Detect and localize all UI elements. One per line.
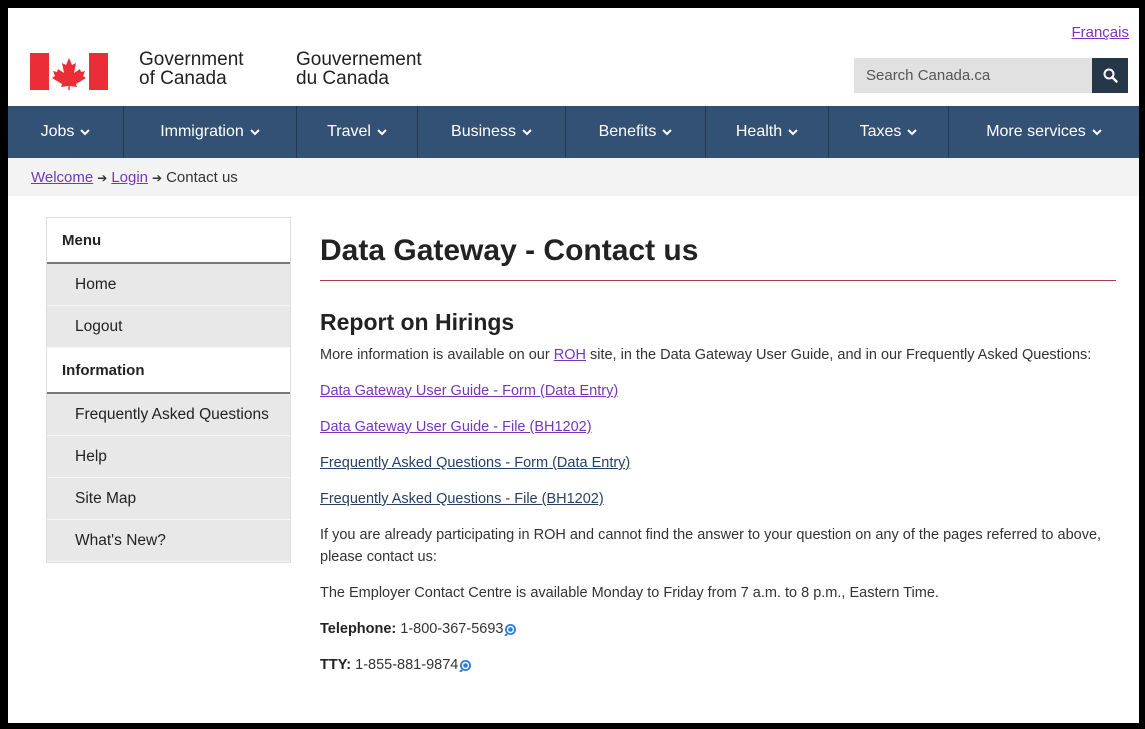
intro-paragraph: More information is available on our ROH… [320, 344, 1116, 366]
nav-item-label: Benefits [598, 123, 657, 140]
chevron-down-icon [377, 128, 387, 135]
breadcrumb-login-link[interactable]: Login [111, 169, 148, 186]
site-header: Français Government of Canada Gouverneme… [8, 8, 1139, 106]
sidebar-item-site-map[interactable]: Site Map [47, 478, 290, 520]
telephone-label: Telephone: [320, 621, 397, 637]
nav-item-label: Travel [327, 123, 371, 140]
chevron-down-icon [250, 128, 260, 135]
faq-file-link[interactable]: Frequently Asked Questions - File (BH120… [320, 488, 1116, 510]
telephone-number[interactable]: 1-800-367-5693 [400, 618, 503, 640]
chevron-down-icon [522, 128, 532, 135]
nav-item-benefits[interactable]: Benefits [566, 106, 706, 158]
sidebar-item-logout[interactable]: Logout [47, 306, 290, 348]
signature-fr-line2: du Canada [296, 68, 389, 89]
user-guide-file-link[interactable]: Data Gateway User Guide - File (BH1202) [320, 416, 1116, 438]
sidebar-heading-menu[interactable]: Menu [47, 218, 290, 264]
phone-call-icon[interactable] [504, 623, 517, 636]
tty-line: TTY: 1-855-881-9874 [320, 654, 1116, 676]
hours-paragraph: The Employer Contact Centre is available… [320, 585, 939, 601]
arrow-right-icon: ➔ [152, 170, 163, 185]
intro-text-before: More information is available on our [320, 347, 554, 363]
telephone-line: Telephone: 1-800-367-5693 [320, 618, 1116, 640]
nav-item-label: Business [451, 123, 516, 140]
breadcrumb-current: Contact us [166, 169, 238, 186]
signature-english: Government of Canada [139, 50, 244, 88]
intro-text-after: site, in the Data Gateway User Guide, an… [585, 347, 1092, 363]
main-content: Data Gateway - Contact us Report on Hiri… [320, 234, 1116, 676]
search-button[interactable] [1092, 58, 1128, 93]
phone-call-icon[interactable] [459, 659, 472, 672]
browser-page: Français Government of Canada Gouverneme… [8, 8, 1139, 723]
chevron-down-icon [662, 128, 673, 135]
tty-label: TTY: [320, 657, 352, 673]
arrow-right-icon: ➔ [97, 170, 108, 185]
sidebar-item-help[interactable]: Help [47, 436, 290, 478]
main-navigation: Jobs Immigration Travel Business Benefit… [8, 106, 1139, 158]
sidebar-item-home[interactable]: Home [47, 264, 290, 306]
sidebar-menu: Menu Home Logout Information Frequently … [46, 217, 291, 563]
chevron-down-icon [907, 128, 918, 135]
nav-item-health[interactable]: Health [706, 106, 829, 158]
chevron-down-icon [788, 128, 798, 135]
signature-french: Gouvernement du Canada [296, 50, 422, 88]
section-title: Report on Hirings [320, 309, 515, 335]
signature-fr-line1: Gouvernement [296, 49, 422, 70]
nav-item-label: Jobs [40, 123, 75, 140]
tty-number[interactable]: 1-855-881-9874 [355, 654, 458, 676]
nav-item-label: More services [986, 123, 1086, 140]
nav-item-business[interactable]: Business [418, 106, 566, 158]
nav-item-taxes[interactable]: Taxes [829, 106, 949, 158]
user-guide-form-link[interactable]: Data Gateway User Guide - Form (Data Ent… [320, 380, 1116, 402]
nav-item-more-services[interactable]: More services [949, 106, 1139, 158]
chevron-down-icon [1092, 128, 1102, 135]
sidebar-heading-information[interactable]: Information [47, 348, 290, 394]
search-input[interactable] [854, 58, 1092, 93]
breadcrumb-bar: Welcome ➔ Login ➔ Contact us [8, 158, 1139, 196]
search-icon [1103, 68, 1118, 83]
nav-item-label: Taxes [859, 123, 902, 140]
roh-link[interactable]: ROH [554, 347, 586, 363]
breadcrumb-welcome-link[interactable]: Welcome [31, 169, 93, 186]
chevron-down-icon [80, 128, 91, 135]
sidebar-item-whats-new[interactable]: What's New? [47, 520, 290, 562]
canada-flag-icon[interactable] [30, 53, 108, 90]
nav-item-immigration[interactable]: Immigration [124, 106, 297, 158]
page-title: Data Gateway - Contact us [320, 234, 1116, 281]
search-form [854, 58, 1128, 93]
contact-intro-paragraph: If you are already participating in ROH … [320, 527, 1102, 565]
faq-form-link[interactable]: Frequently Asked Questions - Form (Data … [320, 452, 1116, 474]
language-toggle-link[interactable]: Français [1071, 24, 1129, 41]
nav-item-label: Health [735, 123, 783, 140]
nav-item-label: Immigration [160, 123, 244, 140]
nav-item-jobs[interactable]: Jobs [8, 106, 124, 158]
nav-item-travel[interactable]: Travel [297, 106, 418, 158]
sidebar-item-faq[interactable]: Frequently Asked Questions [47, 394, 290, 436]
signature-en-line1: Government [139, 49, 244, 70]
signature-en-line2: of Canada [139, 68, 227, 89]
breadcrumb: Welcome ➔ Login ➔ Contact us [31, 169, 238, 186]
